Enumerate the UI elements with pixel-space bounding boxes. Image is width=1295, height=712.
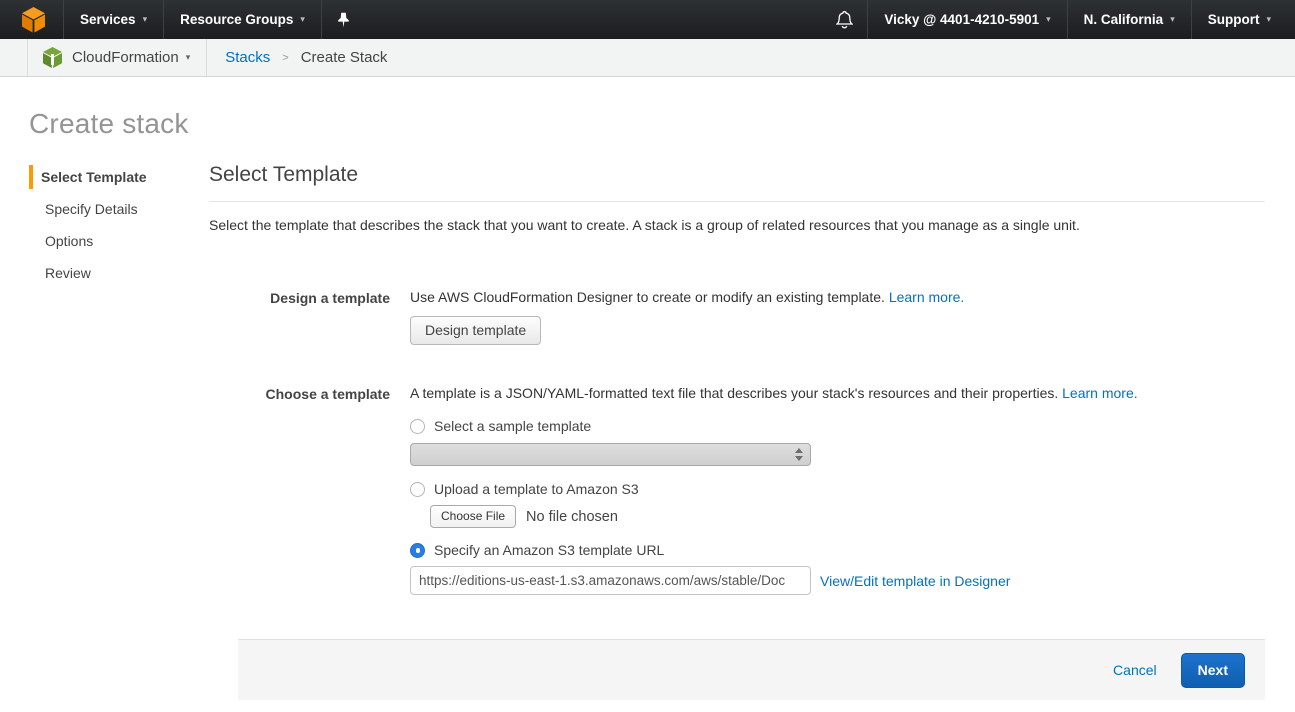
- design-learn-more-link[interactable]: Learn more.: [889, 289, 964, 305]
- choose-learn-more-link[interactable]: Learn more.: [1062, 385, 1137, 401]
- radio-button-selected[interactable]: [410, 543, 425, 558]
- radio-label-upload-template: Upload a template to Amazon S3: [434, 481, 639, 497]
- sample-template-select[interactable]: [410, 443, 811, 466]
- view-edit-designer-link[interactable]: View/Edit template in Designer: [820, 573, 1010, 589]
- account-label: Vicky @ 4401-4210-5901: [884, 12, 1039, 27]
- main-panel: Select Template Select the template that…: [209, 165, 1265, 595]
- design-template-description: Use AWS CloudFormation Designer to creat…: [410, 289, 885, 305]
- subnav-left-edge: [0, 39, 28, 76]
- chevron-down-icon: ▾: [143, 14, 148, 25]
- design-template-button[interactable]: Design template: [410, 316, 541, 345]
- breadcrumb-stacks-link[interactable]: Stacks: [225, 49, 270, 66]
- cancel-button[interactable]: Cancel: [1113, 662, 1157, 678]
- section-description: Select the template that describes the s…: [209, 217, 1265, 233]
- template-url-row: View/Edit template in Designer: [410, 566, 1138, 595]
- support-label: Support: [1208, 12, 1260, 27]
- heading-divider: [209, 201, 1265, 202]
- radio-option-sample-template[interactable]: Select a sample template: [410, 418, 1138, 434]
- next-button[interactable]: Next: [1181, 653, 1245, 688]
- cloudformation-service-menu[interactable]: CloudFormation ▾: [28, 46, 206, 69]
- radio-label-sample-template: Select a sample template: [434, 418, 591, 434]
- chevron-down-icon: ▾: [1266, 14, 1271, 25]
- page-title: Create stack: [29, 108, 1295, 140]
- resource-groups-menu[interactable]: Resource Groups ▾: [164, 0, 321, 39]
- wizard-step-options[interactable]: Options: [29, 229, 209, 253]
- service-name-label: CloudFormation: [72, 49, 179, 66]
- radio-option-upload-template[interactable]: Upload a template to Amazon S3: [410, 481, 1138, 497]
- chevron-down-icon: ▾: [300, 14, 305, 25]
- wizard-step-select-template[interactable]: Select Template: [29, 165, 209, 189]
- wizard-footer: Cancel Next: [238, 639, 1265, 700]
- file-status-text: No file chosen: [526, 509, 618, 525]
- services-label: Services: [80, 12, 136, 27]
- choose-template-label: Choose a template: [209, 385, 390, 595]
- select-stepper-icon: [795, 448, 803, 461]
- choose-template-row: Choose a template A template is a JSON/Y…: [209, 385, 1265, 595]
- radio-button-unselected[interactable]: [410, 482, 425, 497]
- notifications-button[interactable]: [822, 0, 867, 39]
- radio-option-specify-url[interactable]: Specify an Amazon S3 template URL: [410, 542, 1138, 558]
- choose-template-description: A template is a JSON/YAML-formatted text…: [410, 385, 1058, 401]
- file-upload-row: Choose File No file chosen: [430, 505, 1138, 528]
- region-menu[interactable]: N. California ▾: [1068, 0, 1191, 39]
- wizard-step-specify-details[interactable]: Specify Details: [29, 197, 209, 221]
- service-nav-bar: CloudFormation ▾ Stacks > Create Stack: [0, 39, 1295, 77]
- chevron-down-icon: ▾: [1170, 14, 1175, 25]
- radio-button-unselected[interactable]: [410, 419, 425, 434]
- template-url-input[interactable]: [410, 566, 811, 595]
- pin-shortcut-button[interactable]: [322, 0, 365, 39]
- pin-icon: [336, 12, 351, 28]
- choose-file-button[interactable]: Choose File: [430, 505, 516, 528]
- breadcrumb-current: Create Stack: [301, 49, 388, 66]
- radio-label-specify-url: Specify an Amazon S3 template URL: [434, 542, 664, 558]
- bell-icon: [836, 10, 853, 29]
- design-template-label: Design a template: [209, 289, 390, 345]
- cloudformation-icon: [42, 46, 63, 69]
- design-template-row: Design a template Use AWS CloudFormation…: [209, 289, 1265, 345]
- account-menu[interactable]: Vicky @ 4401-4210-5901 ▾: [868, 0, 1066, 39]
- aws-cube-icon: [20, 5, 47, 34]
- support-menu[interactable]: Support ▾: [1192, 0, 1295, 39]
- breadcrumb: Stacks > Create Stack: [207, 49, 387, 66]
- breadcrumb-separator: >: [282, 52, 288, 64]
- top-nav-bar: Services ▾ Resource Groups ▾ Vicky @ 440…: [0, 0, 1295, 39]
- chevron-down-icon: ▾: [186, 52, 191, 63]
- wizard-steps-nav: Select Template Specify Details Options …: [0, 165, 209, 595]
- section-heading: Select Template: [209, 163, 1265, 187]
- wizard-step-review[interactable]: Review: [29, 261, 209, 285]
- services-menu[interactable]: Services ▾: [64, 0, 163, 39]
- aws-logo[interactable]: [0, 0, 63, 39]
- chevron-down-icon: ▾: [1046, 14, 1051, 25]
- region-label: N. California: [1084, 12, 1164, 27]
- resource-groups-label: Resource Groups: [180, 12, 293, 27]
